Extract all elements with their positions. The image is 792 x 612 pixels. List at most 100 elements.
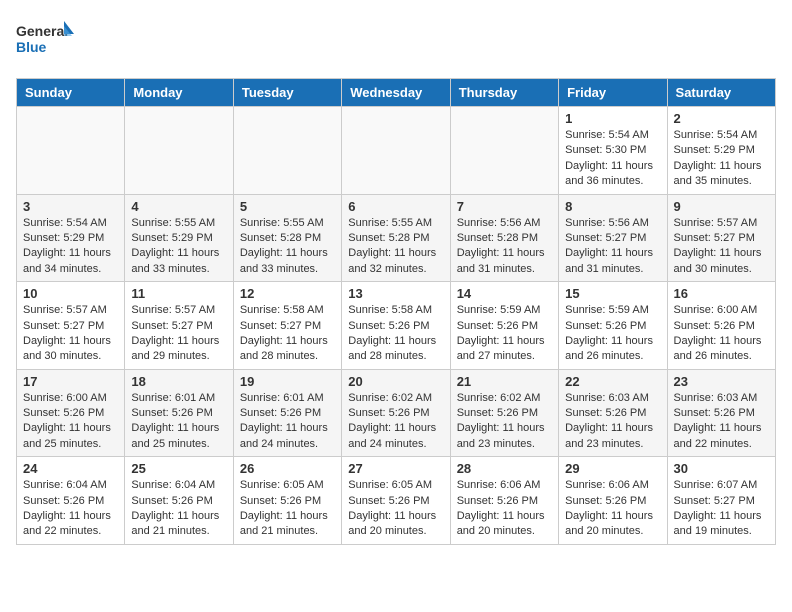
day-number: 21 xyxy=(457,374,552,389)
day-cell xyxy=(342,107,450,195)
weekday-header-saturday: Saturday xyxy=(667,79,775,107)
weekday-header-friday: Friday xyxy=(559,79,667,107)
day-number: 3 xyxy=(23,199,118,214)
day-number: 14 xyxy=(457,286,552,301)
day-number: 7 xyxy=(457,199,552,214)
day-number: 23 xyxy=(674,374,769,389)
day-info: Sunrise: 5:56 AM Sunset: 5:28 PM Dayligh… xyxy=(457,216,552,278)
calendar-table: SundayMondayTuesdayWednesdayThursdayFrid… xyxy=(16,78,776,545)
day-info: Sunrise: 6:05 AM Sunset: 5:26 PM Dayligh… xyxy=(240,478,335,540)
day-number: 28 xyxy=(457,461,552,476)
day-cell: 18Sunrise: 6:01 AM Sunset: 5:26 PM Dayli… xyxy=(125,369,233,457)
day-cell: 1 Sunrise: 5:54 AM Sunset: 5:30 PM Daylig… xyxy=(559,107,667,195)
day-cell: 8 Sunrise: 5:56 AM Sunset: 5:27 PM Daylig… xyxy=(559,194,667,282)
day-info: Sunrise: 6:00 AM Sunset: 5:26 PM Dayligh… xyxy=(674,303,769,365)
svg-text:Blue: Blue xyxy=(16,39,47,55)
day-info: Sunrise: 5:54 AM Sunset: 5:29 PM Dayligh… xyxy=(23,216,118,278)
day-cell xyxy=(450,107,558,195)
day-number: 17 xyxy=(23,374,118,389)
day-number: 18 xyxy=(131,374,226,389)
day-cell: 16 Sunrise: 6:00 AM Sunset: 5:26 PM Dayli… xyxy=(667,282,775,370)
day-cell: 19 Sunrise: 6:01 AM Sunset: 5:26 PM Dayli… xyxy=(233,369,341,457)
day-cell: 6 Sunrise: 5:55 AM Sunset: 5:28 PM Daylig… xyxy=(342,194,450,282)
day-info: Sunrise: 5:59 AM Sunset: 5:26 PM Dayligh… xyxy=(457,303,552,365)
day-info: Sunrise: 6:03 AM Sunset: 5:26 PM Dayligh… xyxy=(674,391,769,453)
day-number: 4 xyxy=(131,199,226,214)
day-info: Sunrise: 6:02 AM Sunset: 5:26 PM Dayligh… xyxy=(348,391,443,453)
day-info: Sunrise: 5:55 AM Sunset: 5:29 PM Dayligh… xyxy=(131,216,226,278)
day-cell: 17Sunrise: 6:00 AM Sunset: 5:26 PM Dayli… xyxy=(17,369,125,457)
day-cell: 9 Sunrise: 5:57 AM Sunset: 5:27 PM Daylig… xyxy=(667,194,775,282)
day-number: 10 xyxy=(23,286,118,301)
day-info: Sunrise: 5:57 AM Sunset: 5:27 PM Dayligh… xyxy=(23,303,118,365)
day-cell: 27 Sunrise: 6:05 AM Sunset: 5:26 PM Dayli… xyxy=(342,457,450,545)
day-number: 22 xyxy=(565,374,660,389)
weekday-header-row: SundayMondayTuesdayWednesdayThursdayFrid… xyxy=(17,79,776,107)
day-cell: 29 Sunrise: 6:06 AM Sunset: 5:26 PM Dayli… xyxy=(559,457,667,545)
day-info: Sunrise: 5:55 AM Sunset: 5:28 PM Dayligh… xyxy=(240,216,335,278)
day-cell: 10 Sunrise: 5:57 AM Sunset: 5:27 PM Dayli… xyxy=(17,282,125,370)
day-number: 25 xyxy=(131,461,226,476)
day-number: 15 xyxy=(565,286,660,301)
day-cell: 21 Sunrise: 6:02 AM Sunset: 5:26 PM Dayli… xyxy=(450,369,558,457)
day-number: 11 xyxy=(131,286,226,301)
day-info: Sunrise: 6:02 AM Sunset: 5:26 PM Dayligh… xyxy=(457,391,552,453)
day-number: 27 xyxy=(348,461,443,476)
day-number: 24 xyxy=(23,461,118,476)
day-number: 16 xyxy=(674,286,769,301)
day-number: 30 xyxy=(674,461,769,476)
day-number: 2 xyxy=(674,111,769,126)
weekday-header-wednesday: Wednesday xyxy=(342,79,450,107)
day-number: 19 xyxy=(240,374,335,389)
day-info: Sunrise: 5:59 AM Sunset: 5:26 PM Dayligh… xyxy=(565,303,660,365)
week-row-4: 17Sunrise: 6:00 AM Sunset: 5:26 PM Dayli… xyxy=(17,369,776,457)
day-info: Sunrise: 6:04 AM Sunset: 5:26 PM Dayligh… xyxy=(23,478,118,540)
page: General Blue SundayMondayTuesdayWednesda… xyxy=(0,0,792,561)
day-number: 1 xyxy=(565,111,660,126)
day-cell: 26 Sunrise: 6:05 AM Sunset: 5:26 PM Dayli… xyxy=(233,457,341,545)
day-cell: 25Sunrise: 6:04 AM Sunset: 5:26 PM Dayli… xyxy=(125,457,233,545)
day-info: Sunrise: 5:57 AM Sunset: 5:27 PM Dayligh… xyxy=(674,216,769,278)
day-number: 26 xyxy=(240,461,335,476)
day-number: 29 xyxy=(565,461,660,476)
day-info: Sunrise: 5:58 AM Sunset: 5:26 PM Dayligh… xyxy=(348,303,443,365)
day-number: 9 xyxy=(674,199,769,214)
day-info: Sunrise: 5:58 AM Sunset: 5:27 PM Dayligh… xyxy=(240,303,335,365)
week-row-5: 24 Sunrise: 6:04 AM Sunset: 5:26 PM Dayli… xyxy=(17,457,776,545)
day-number: 12 xyxy=(240,286,335,301)
day-cell: 15 Sunrise: 5:59 AM Sunset: 5:26 PM Dayli… xyxy=(559,282,667,370)
day-info: Sunrise: 6:05 AM Sunset: 5:26 PM Dayligh… xyxy=(348,478,443,540)
day-cell xyxy=(125,107,233,195)
day-cell: 5 Sunrise: 5:55 AM Sunset: 5:28 PM Daylig… xyxy=(233,194,341,282)
day-cell xyxy=(17,107,125,195)
day-number: 5 xyxy=(240,199,335,214)
svg-text:General: General xyxy=(16,23,68,39)
day-cell: 3 Sunrise: 5:54 AM Sunset: 5:29 PM Daylig… xyxy=(17,194,125,282)
day-info: Sunrise: 5:55 AM Sunset: 5:28 PM Dayligh… xyxy=(348,216,443,278)
day-info: Sunrise: 6:06 AM Sunset: 5:26 PM Dayligh… xyxy=(565,478,660,540)
day-info: Sunrise: 5:57 AM Sunset: 5:27 PM Dayligh… xyxy=(131,303,226,365)
day-cell: 12 Sunrise: 5:58 AM Sunset: 5:27 PM Dayli… xyxy=(233,282,341,370)
day-info: Sunrise: 5:54 AM Sunset: 5:30 PM Dayligh… xyxy=(565,128,660,190)
day-info: Sunrise: 6:06 AM Sunset: 5:26 PM Dayligh… xyxy=(457,478,552,540)
weekday-header-sunday: Sunday xyxy=(17,79,125,107)
day-info: Sunrise: 6:01 AM Sunset: 5:26 PM Dayligh… xyxy=(240,391,335,453)
weekday-header-monday: Monday xyxy=(125,79,233,107)
week-row-2: 3 Sunrise: 5:54 AM Sunset: 5:29 PM Daylig… xyxy=(17,194,776,282)
day-info: Sunrise: 5:56 AM Sunset: 5:27 PM Dayligh… xyxy=(565,216,660,278)
day-cell: 20Sunrise: 6:02 AM Sunset: 5:26 PM Dayli… xyxy=(342,369,450,457)
header: General Blue xyxy=(16,16,776,66)
week-row-3: 10 Sunrise: 5:57 AM Sunset: 5:27 PM Dayli… xyxy=(17,282,776,370)
day-cell: 11 Sunrise: 5:57 AM Sunset: 5:27 PM Dayli… xyxy=(125,282,233,370)
day-info: Sunrise: 5:54 AM Sunset: 5:29 PM Dayligh… xyxy=(674,128,769,190)
day-cell: 14 Sunrise: 5:59 AM Sunset: 5:26 PM Dayli… xyxy=(450,282,558,370)
day-number: 6 xyxy=(348,199,443,214)
day-cell: 7 Sunrise: 5:56 AM Sunset: 5:28 PM Daylig… xyxy=(450,194,558,282)
day-number: 8 xyxy=(565,199,660,214)
day-info: Sunrise: 6:03 AM Sunset: 5:26 PM Dayligh… xyxy=(565,391,660,453)
day-cell: 24 Sunrise: 6:04 AM Sunset: 5:26 PM Dayli… xyxy=(17,457,125,545)
day-cell: 13Sunrise: 5:58 AM Sunset: 5:26 PM Dayli… xyxy=(342,282,450,370)
week-row-1: 1 Sunrise: 5:54 AM Sunset: 5:30 PM Daylig… xyxy=(17,107,776,195)
day-cell: 23 Sunrise: 6:03 AM Sunset: 5:26 PM Dayli… xyxy=(667,369,775,457)
logo-icon: General Blue xyxy=(16,16,76,66)
